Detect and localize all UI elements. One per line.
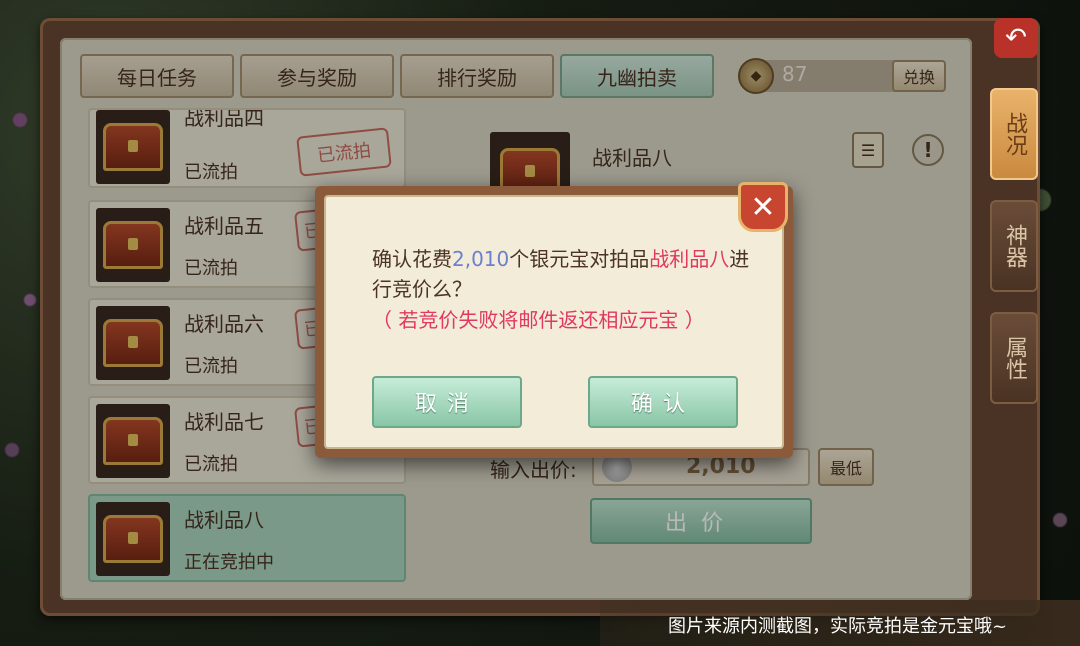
- cancel-button[interactable]: 取消: [372, 376, 522, 428]
- message-prefix: 确认花费: [372, 247, 452, 271]
- confirm-button[interactable]: 确认: [588, 376, 738, 428]
- bid-amount: 2,010: [452, 247, 510, 271]
- side-tab-label: 战况: [1002, 112, 1027, 156]
- confirm-message: 确认花费2,010个银元宝对拍品战利品八进行竞价么？: [372, 244, 752, 304]
- side-tab-artifact[interactable]: 神器: [990, 200, 1038, 292]
- message-mid: 个银元宝对拍品: [509, 247, 650, 271]
- back-arrow-icon[interactable]: ↶: [994, 18, 1038, 58]
- side-tab-label: 属性: [1002, 336, 1027, 380]
- caption-text: 图片来源内测截图，实际竞拍是金元宝哦~: [668, 616, 1008, 637]
- item-name-highlight: 战利品八: [649, 247, 730, 271]
- refund-note: （ 若竞价失败将邮件返还相应元宝 ）: [372, 308, 705, 332]
- close-icon[interactable]: ✕: [738, 182, 788, 232]
- side-tab-attributes[interactable]: 属性: [990, 312, 1038, 404]
- side-tab-battle-status[interactable]: 战况: [990, 88, 1038, 180]
- side-tab-label: 神器: [1002, 224, 1027, 268]
